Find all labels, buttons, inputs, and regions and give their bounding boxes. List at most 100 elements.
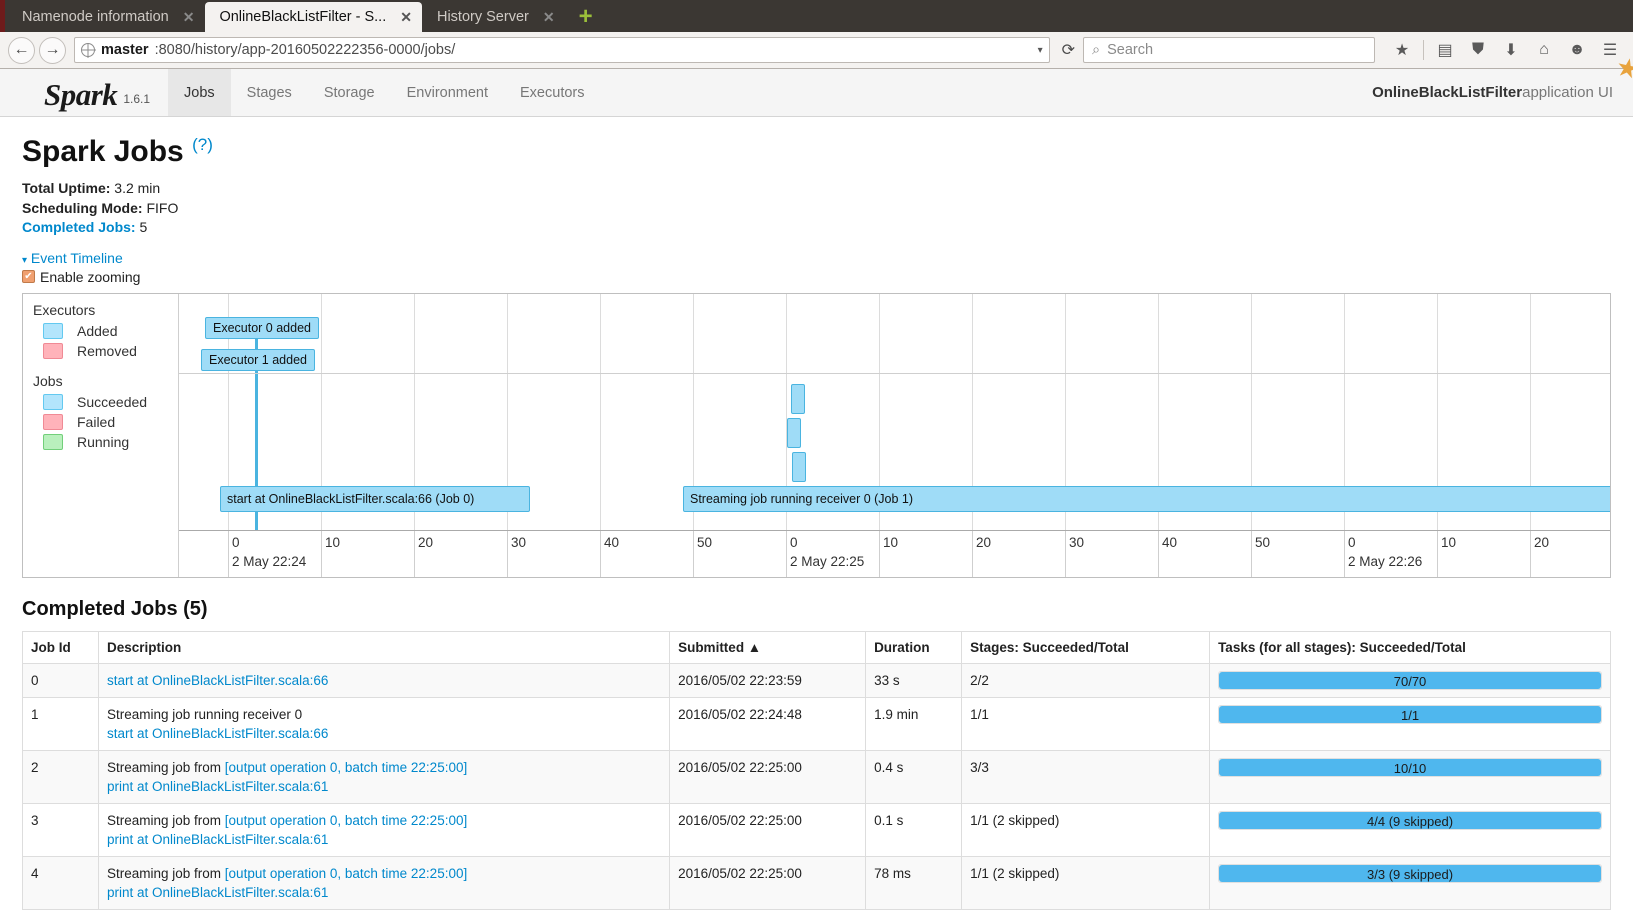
desc-link-2[interactable]: start at OnlineBlackListFilter.scala:66 [107,724,661,743]
desc-plain: Streaming job from [107,865,225,881]
browser-tab-0[interactable]: Namenode information ✕ [8,2,204,32]
timeline-mini-job-bar[interactable] [792,451,806,482]
completed-jobs-value: 5 [135,219,148,235]
close-icon[interactable]: ✕ [400,9,412,26]
progress-label: 3/3 (9 skipped) [1367,866,1454,882]
cell-job-id: 3 [22,802,99,857]
cell-tasks: 3/3 (9 skipped) [1209,855,1611,910]
axis-tick: 50 [697,534,713,550]
bookmark-star-icon[interactable]: ★ [1387,36,1417,64]
tab-storage[interactable]: Storage [308,69,391,116]
tab-environment[interactable]: Environment [391,69,504,116]
column-header-submitted[interactable]: Submitted ▲ [669,630,867,664]
browser-tab-2[interactable]: History Server ✕ [423,2,565,32]
tab-stages[interactable]: Stages [231,69,308,116]
cell-submitted: 2016/05/02 22:25:00 [669,749,867,804]
legend-item-removed: Removed [23,341,178,361]
axis-date-label: 2 May 22:26 [1348,553,1423,569]
table-row[interactable]: 4 Streaming job from [output operation 0… [22,855,1611,910]
desc-link-2[interactable]: print at OnlineBlackListFilter.scala:61 [107,883,661,902]
browser-tab-1[interactable]: OnlineBlackListFilter - S... ✕ [205,2,422,32]
tab-executors[interactable]: Executors [504,69,600,116]
reload-icon[interactable]: ⟳ [1058,40,1079,60]
column-header-duration[interactable]: Duration [865,630,963,664]
legend-label-succeeded: Succeeded [77,393,148,410]
spark-logo[interactable]: Spark ★ 1.6.1 [0,51,1633,116]
chevron-down-icon: ▾ [22,254,28,266]
legend-item-succeeded: Succeeded [23,392,178,412]
browser-navbar: ← → master:8080/history/app-201605022223… [0,32,1633,69]
table-row[interactable]: 1 Streaming job running receiver 0 start… [22,696,1611,751]
timeline-job-bar-1[interactable]: Streaming job running receiver 0 (Job 1) [683,485,1610,512]
tab-jobs[interactable]: Jobs [168,69,231,116]
close-icon[interactable]: ✕ [183,9,195,26]
event-timeline-toggle[interactable]: ▾ Event Timeline [22,250,1611,266]
cell-submitted: 2016/05/02 22:25:00 [669,855,867,910]
axis-tick: 40 [604,534,620,550]
cell-submitted: 2016/05/02 22:24:48 [669,696,867,751]
application-title: OnlineBlackListFilter application UI [1372,69,1633,116]
cell-job-id: 2 [22,749,99,804]
cell-duration: 0.4 s [865,749,963,804]
completed-jobs-title: Completed Jobs (5) [22,597,208,620]
legend-label-added: Added [77,322,118,339]
page-content: Spark Jobs (?) Total Uptime: 3.2 min Sch… [0,135,1633,910]
total-uptime-value: 3.2 min [110,180,161,196]
downloads-icon[interactable]: ⬇ [1496,36,1526,64]
timeline-event-executor-1[interactable]: Executor 1 added [201,348,315,371]
close-icon[interactable]: ✕ [543,9,555,26]
desc-link[interactable]: [output operation 0, batch time 22:25:00… [225,813,467,828]
address-bar[interactable]: master:8080/history/app-20160502222356-0… [74,37,1050,63]
table-row[interactable]: 0 start at OnlineBlackListFilter.scala:6… [22,662,1611,698]
chevron-down-icon[interactable]: ▾ [1038,45,1043,56]
timeline-job-bar-0[interactable]: start at OnlineBlackListFilter.scala:66 … [220,485,530,512]
axis-date-label: 2 May 22:25 [790,553,865,569]
enable-zooming-row[interactable]: ✔ Enable zooming [22,269,1611,285]
desc-link[interactable]: [output operation 0, batch time 22:25:00… [225,866,467,881]
desc-link[interactable]: [output operation 0, batch time 22:25:00… [225,760,467,775]
spark-nav-items: Jobs Stages Storage Environment Executor… [168,69,600,116]
table-row[interactable]: 3 Streaming job from [output operation 0… [22,802,1611,857]
legend-swatch-added [43,322,63,339]
progress-bar: 3/3 (9 skipped) [1218,863,1602,883]
cell-description: start at OnlineBlackListFilter.scala:66 [97,662,671,698]
legend-label-removed: Removed [77,342,137,359]
progress-label: 1/1 [1400,707,1420,723]
column-header-tasks[interactable]: Tasks (for all stages): Succeeded/Total [1209,630,1611,664]
desc-link-2[interactable]: print at OnlineBlackListFilter.scala:61 [107,777,661,796]
smiley-feedback-icon[interactable]: ☻ [1562,36,1592,64]
cell-job-id: 1 [22,696,99,751]
timeline-mini-job-bar[interactable] [791,383,805,414]
timeline-event-executor-0[interactable]: Executor 0 added [205,316,319,339]
column-header-stages[interactable]: Stages: Succeeded/Total [961,630,1211,664]
axis-tick: 50 [1255,534,1271,550]
timeline-axis: 0 10 20 30 40 50 0 10 20 30 40 50 0 10 2… [179,529,1610,577]
tab-title: Namenode information [22,9,169,25]
axis-date-label: 2 May 22:24 [232,553,307,569]
table-row[interactable]: 2 Streaming job from [output operation 0… [22,749,1611,804]
event-timeline-chart[interactable]: Executors Added Removed Jobs Succeeded F… [22,292,1611,578]
back-icon[interactable]: ← [8,36,35,64]
progress-bar: 10/10 [1218,757,1602,777]
application-name: OnlineBlackListFilter [1372,84,1523,101]
axis-tick: 0 [232,534,240,550]
help-icon[interactable]: (?) [192,135,213,154]
home-icon[interactable]: ⌂ [1529,36,1559,64]
search-box[interactable]: ⌕ Search [1083,37,1375,63]
timeline-mini-job-bar[interactable] [787,417,801,448]
enable-zooming-checkbox[interactable]: ✔ [22,270,35,283]
reader-list-icon[interactable]: ▤ [1430,36,1460,64]
desc-link-2[interactable]: print at OnlineBlackListFilter.scala:61 [107,830,661,849]
column-header-job-id[interactable]: Job Id [22,630,99,664]
completed-jobs-label[interactable]: Completed Jobs: [22,219,136,235]
new-tab-button[interactable]: + [572,4,600,32]
forward-icon[interactable]: → [39,36,66,64]
legend-executors-title: Executors [33,301,96,318]
axis-tick: 30 [511,534,527,550]
legend-item-added: Added [23,321,178,341]
desc-link[interactable]: start at OnlineBlackListFilter.scala:66 [107,673,328,688]
cell-duration: 1.9 min [865,696,963,751]
shield-icon[interactable]: ⛊ [1463,36,1493,64]
column-header-description[interactable]: Description [97,630,671,664]
legend-jobs-title: Jobs [33,372,63,389]
